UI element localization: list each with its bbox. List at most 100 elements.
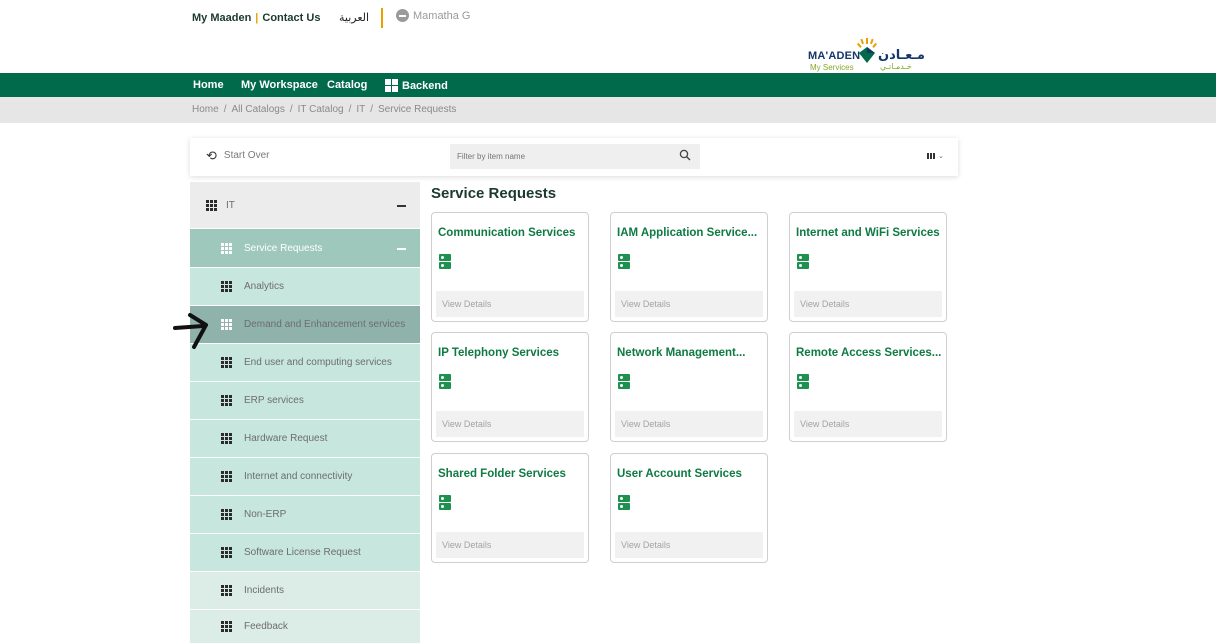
service-card-iam[interactable]: IAM Application Service... View Details: [610, 212, 768, 322]
card-title: Internet and WiFi Services: [796, 227, 940, 239]
user-menu[interactable]: Mamatha G: [396, 9, 470, 22]
sidebar-item-feedback[interactable]: Feedback: [190, 610, 420, 643]
sidebar-item-erp-services[interactable]: ERP services: [190, 382, 420, 419]
grid-icon: [221, 242, 232, 254]
server-icon: [618, 495, 630, 510]
sidebar-item-end-user-computing[interactable]: End user and computing services: [190, 344, 420, 381]
contact-us-link[interactable]: Contact Us: [262, 12, 320, 24]
sidebar-root-it[interactable]: IT: [190, 182, 420, 228]
filter-box: [450, 144, 700, 169]
chevron-down-icon: ⌄: [938, 153, 944, 160]
collapse-icon[interactable]: [397, 205, 406, 207]
collapse-icon[interactable]: [397, 248, 406, 250]
service-card-remote-access[interactable]: Remote Access Services... View Details: [789, 332, 947, 442]
sidebar-item-label: End user and computing services: [244, 357, 392, 368]
view-details-button[interactable]: View Details: [615, 411, 763, 437]
nav-backend-label: Backend: [402, 79, 448, 92]
nav-home[interactable]: Home: [193, 79, 224, 91]
sidebar-item-label: Incidents: [244, 585, 285, 596]
top-links-separator: |: [255, 12, 259, 24]
sidebar-item-label: Analytics: [244, 281, 285, 292]
sidebar-item-incidents[interactable]: Incidents: [190, 572, 420, 609]
service-card-shared-folder[interactable]: Shared Folder Services View Details: [431, 453, 589, 563]
view-toggle-button[interactable]: ⌄: [927, 152, 944, 160]
filter-input[interactable]: [450, 144, 670, 169]
service-card-internet-wifi[interactable]: Internet and WiFi Services View Details: [789, 212, 947, 322]
sidebar-item-label: Hardware Request: [244, 433, 328, 444]
history-icon: ⟲: [206, 147, 217, 163]
server-icon: [797, 254, 809, 269]
logo-text-en: MA'ADEN: [808, 50, 861, 62]
backend-grid-icon: [385, 79, 398, 92]
server-icon: [439, 374, 451, 389]
grid-icon: [221, 509, 232, 520]
breadcrumb-separator: /: [348, 104, 352, 115]
sidebar-item-non-erp[interactable]: Non-ERP: [190, 496, 420, 533]
nav-catalog[interactable]: Catalog: [327, 79, 367, 91]
grid-icon: [206, 199, 217, 211]
nav-my-workspace[interactable]: My Workspace: [241, 79, 318, 91]
breadcrumb-all-catalogs[interactable]: All Catalogs: [231, 104, 284, 115]
breadcrumb: Home / All Catalogs / IT Catalog / IT / Service …: [192, 104, 456, 115]
main-nav: Home My Workspace Catalog Backend: [0, 73, 1216, 97]
breadcrumb-home[interactable]: Home: [192, 104, 219, 115]
grid-icon: [221, 395, 232, 406]
sidebar-item-demand-enhancement[interactable]: Demand and Enhancement services: [190, 306, 420, 343]
maaden-logo[interactable]: MA'ADEN مـعـادن My Services خـدمـاتـي: [808, 38, 948, 72]
server-icon: [439, 495, 451, 510]
grid-icon: [221, 471, 232, 482]
header-divider: [381, 8, 383, 28]
logo-subtitle-en: My Services: [810, 63, 854, 72]
start-over-button[interactable]: ⟲ Start Over: [206, 147, 269, 163]
page-title: Service Requests: [431, 185, 557, 202]
view-details-button[interactable]: View Details: [794, 411, 942, 437]
sidebar-item-analytics[interactable]: Analytics: [190, 268, 420, 305]
server-icon: [618, 254, 630, 269]
sidebar-item-software-license[interactable]: Software License Request: [190, 534, 420, 571]
logo-subtitle-ar: خـدمـاتـي: [880, 62, 912, 71]
sidebar-item-label: Internet and connectivity: [244, 471, 353, 482]
breadcrumb-separator: /: [223, 104, 227, 115]
grid-icon: [221, 547, 232, 558]
view-details-button[interactable]: View Details: [615, 532, 763, 558]
columns-icon: [927, 153, 935, 159]
sidebar-item-label: Feedback: [244, 621, 288, 632]
search-icon[interactable]: [679, 149, 691, 161]
breadcrumb-separator: /: [370, 104, 374, 115]
card-title: Remote Access Services...: [796, 347, 942, 359]
card-title: IAM Application Service...: [617, 227, 758, 239]
view-details-button[interactable]: View Details: [436, 411, 584, 437]
service-card-ip-telephony[interactable]: IP Telephony Services View Details: [431, 332, 589, 442]
top-header: My Maaden | Contact Us العربية Mamatha G…: [0, 0, 1216, 73]
view-details-button[interactable]: View Details: [436, 291, 584, 317]
card-title: IP Telephony Services: [438, 347, 560, 359]
server-icon: [439, 254, 451, 269]
server-icon: [797, 374, 809, 389]
sidebar-item-label: Demand and Enhancement services: [244, 319, 406, 330]
breadcrumb-it[interactable]: IT: [356, 104, 365, 115]
sidebar-item-service-requests[interactable]: Service Requests: [190, 229, 420, 267]
view-details-button[interactable]: View Details: [436, 532, 584, 558]
language-switch[interactable]: العربية: [339, 11, 369, 24]
breadcrumb-it-catalog[interactable]: IT Catalog: [298, 104, 344, 115]
breadcrumb-separator: /: [289, 104, 293, 115]
nav-backend[interactable]: Backend: [385, 79, 448, 92]
user-avatar-icon: [396, 9, 409, 22]
view-details-button[interactable]: View Details: [794, 291, 942, 317]
user-name: Mamatha G: [413, 9, 471, 22]
grid-icon: [221, 621, 232, 632]
breadcrumb-bar: Home / All Catalogs / IT Catalog / IT / Service …: [0, 97, 1216, 123]
catalog-toolbar: ⟲ Start Over ⌄: [190, 138, 958, 176]
my-maaden-link[interactable]: My Maaden: [192, 12, 251, 24]
sidebar-item-hardware-request[interactable]: Hardware Request: [190, 420, 420, 457]
sidebar-item-label: ERP services: [244, 395, 304, 406]
service-card-communication[interactable]: Communication Services View Details: [431, 212, 589, 322]
breadcrumb-service-requests: Service Requests: [378, 104, 457, 115]
logo-text-ar: مـعـادن: [878, 48, 925, 63]
view-details-button[interactable]: View Details: [615, 291, 763, 317]
sidebar-item-label: Service Requests: [244, 242, 323, 254]
server-icon: [618, 374, 630, 389]
service-card-network-management[interactable]: Network Management... View Details: [610, 332, 768, 442]
sidebar-item-internet-connectivity[interactable]: Internet and connectivity: [190, 458, 420, 495]
service-card-user-account[interactable]: User Account Services View Details: [610, 453, 768, 563]
